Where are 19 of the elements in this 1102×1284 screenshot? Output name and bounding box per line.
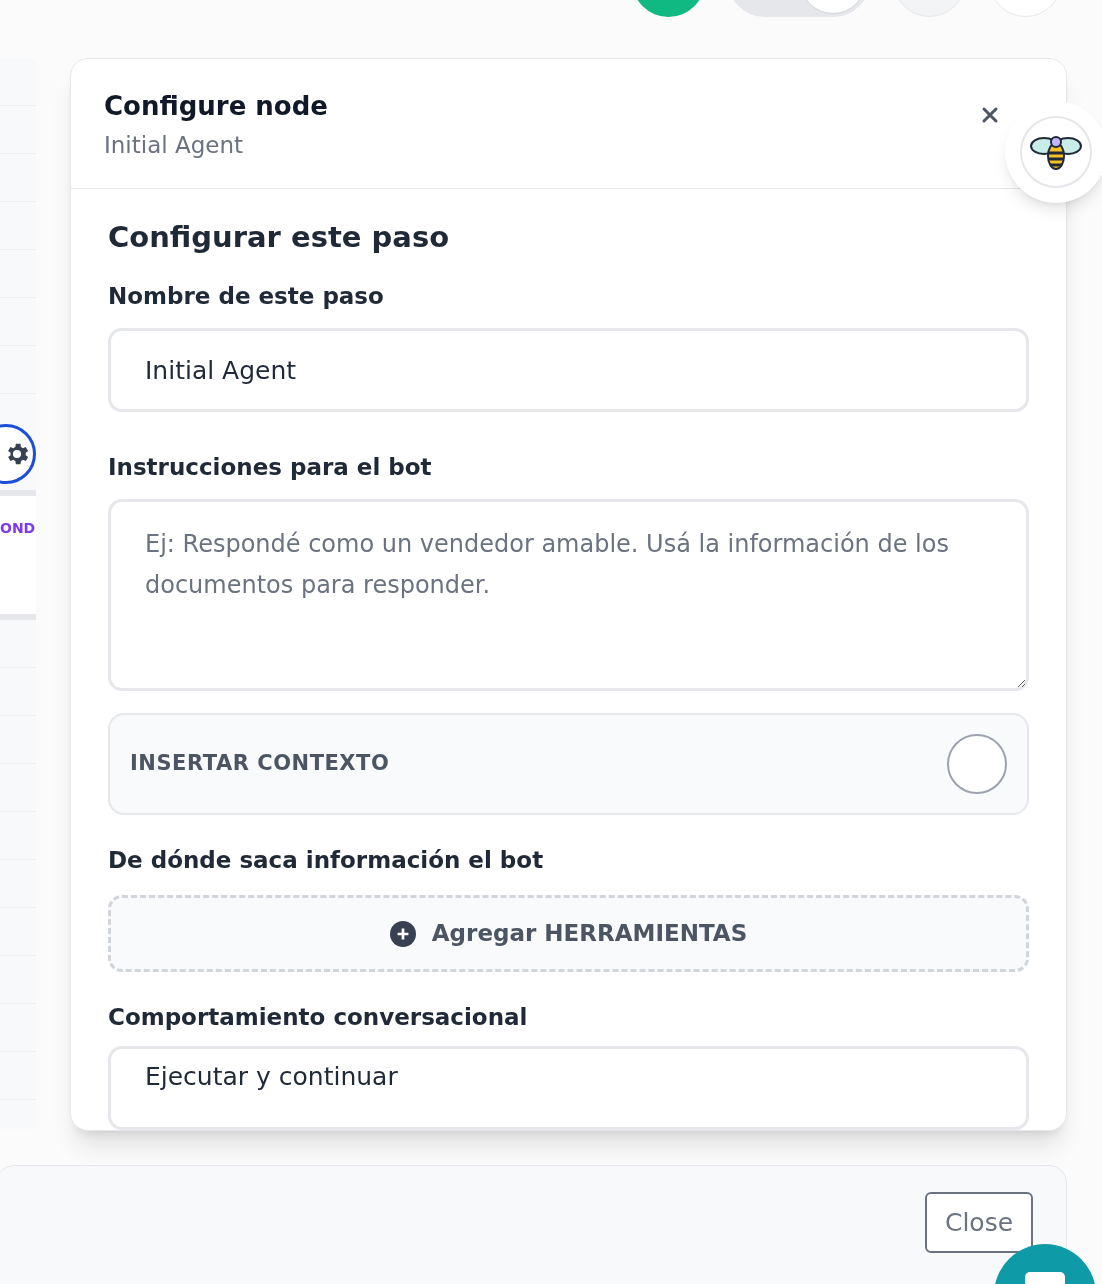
behavior-select[interactable]: Ejecutar y continuar — [108, 1046, 1029, 1130]
field-label: Nombre de este paso — [108, 282, 385, 311]
add-tools-button[interactable]: Agregar HERRAMIENTAS — [108, 895, 1029, 972]
field-label: Comportamiento conversacional — [108, 1003, 529, 1032]
node-card[interactable]: OND — [0, 490, 36, 620]
add-icon — [389, 920, 416, 947]
name-field[interactable]: Initial Agent — [108, 328, 1029, 412]
section-title: Configurar este paso — [108, 219, 451, 255]
context-toggle[interactable] — [947, 734, 1007, 794]
close-icon[interactable] — [980, 105, 1000, 125]
node-label: OND — [0, 519, 36, 538]
chat-icon — [1025, 1272, 1065, 1284]
context-label: INSERTAR CONTEXTO — [130, 750, 390, 778]
close-button[interactable]: Close — [925, 1192, 1033, 1253]
field-label: Instrucciones para el bot — [108, 453, 433, 482]
field-label: De dónde saca información el bot — [108, 846, 545, 875]
instructions-field[interactable]: Ej: Respondé como un vendedor amable. Usá la información de los documentos para responder. — [108, 499, 1029, 691]
dialog-subtitle: Initial Agent — [104, 131, 245, 160]
dialog-title: Configure node — [104, 90, 328, 123]
